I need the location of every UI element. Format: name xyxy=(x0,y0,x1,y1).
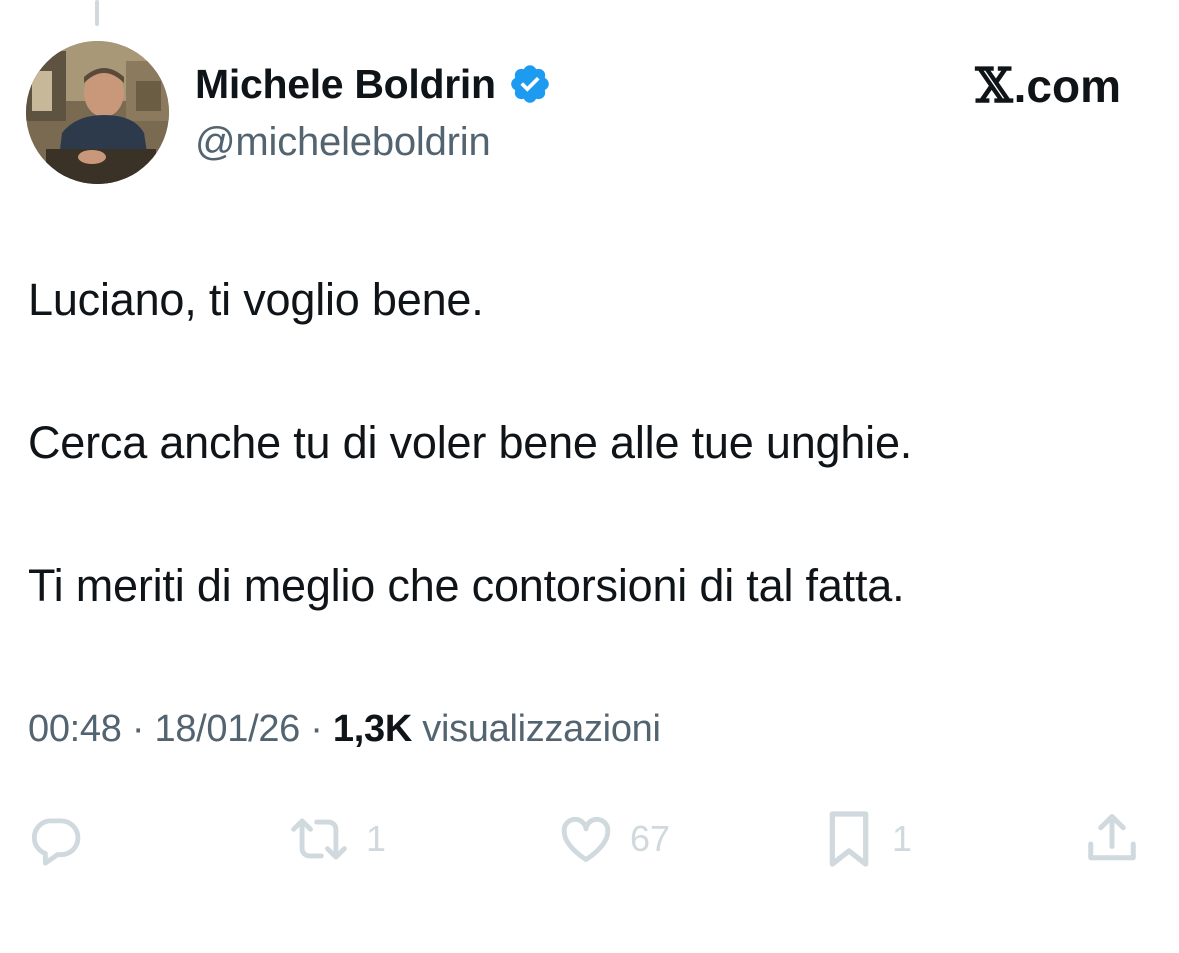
meta-separator: · xyxy=(310,708,333,750)
tweet-metadata: 00:48 · 18/01/26 · 1,3K visualizzazioni xyxy=(28,708,661,751)
share-button[interactable] xyxy=(1082,806,1142,872)
like-count: 67 xyxy=(630,818,671,859)
tweet-date[interactable]: 18/01/26 xyxy=(154,708,300,750)
share-icon xyxy=(1082,809,1142,869)
tweet-paragraph: Cerca anche tu di voler bene alle tue un… xyxy=(28,417,913,468)
bookmark-icon xyxy=(820,808,878,870)
tweet-paragraph: Luciano, ti voglio bene. xyxy=(28,274,484,325)
repost-count: 1 xyxy=(366,818,387,859)
tweet-text: Luciano, ti voglio bene. Cerca anche tu … xyxy=(28,268,1148,618)
avatar[interactable] xyxy=(26,41,169,184)
repost-icon xyxy=(286,810,352,868)
reply-icon xyxy=(26,810,84,868)
like-icon xyxy=(556,810,616,868)
author-handle[interactable]: @micheleboldrin xyxy=(195,120,491,165)
views-label[interactable]: visualizzazioni xyxy=(422,708,661,750)
author-display-name[interactable]: Michele Boldrin xyxy=(195,61,496,108)
reply-button[interactable] xyxy=(26,806,84,872)
views-count[interactable]: 1,3K xyxy=(333,708,412,750)
brand-x-com: 𝕏 .com xyxy=(975,58,1121,114)
author-name-row[interactable]: Michele Boldrin xyxy=(195,58,552,110)
meta-separator: · xyxy=(131,708,155,750)
tweet-paragraph: Ti meriti di meglio che contorsioni di t… xyxy=(28,560,905,611)
bookmark-count: 1 xyxy=(892,818,913,859)
tweet-actions-bar: 1 67 1 xyxy=(26,806,1146,872)
brand-domain-text: .com xyxy=(1013,60,1121,112)
thread-connector-line xyxy=(95,0,99,26)
tweet-time[interactable]: 00:48 xyxy=(28,708,122,750)
x-logo-icon: 𝕏 xyxy=(975,58,1013,114)
verified-badge-icon xyxy=(508,62,552,106)
repost-button[interactable]: 1 xyxy=(286,806,386,872)
like-button[interactable]: 67 xyxy=(556,806,670,872)
bookmark-button[interactable]: 1 xyxy=(820,806,912,872)
